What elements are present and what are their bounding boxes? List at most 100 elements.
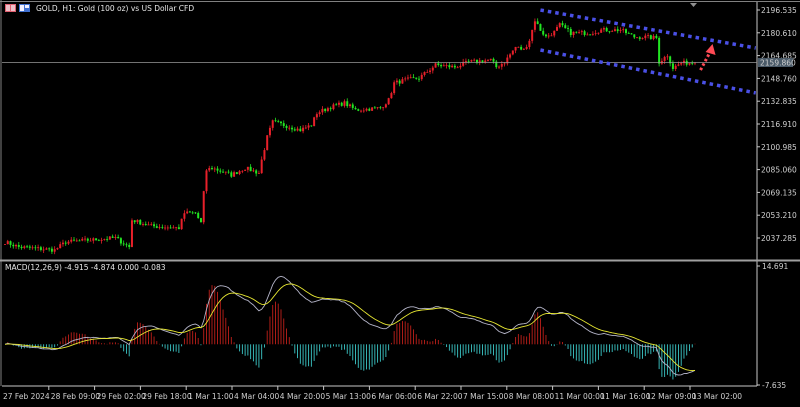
candle-body [111,236,114,238]
candle-body [467,60,470,62]
candle [216,166,219,174]
candle [426,69,429,73]
candle [517,46,520,48]
candle-body [575,31,578,33]
candle [213,166,216,173]
candle-body [511,50,514,55]
candle-body [619,30,622,32]
candle [437,61,440,67]
candle [644,33,647,41]
candle [263,148,266,161]
candle [395,78,398,85]
candle-body [509,54,512,58]
candle-body [103,239,106,240]
candle [671,60,674,72]
candle [53,246,56,255]
candle [495,60,498,69]
candle [578,29,581,34]
candle [326,106,329,113]
candle-body [649,35,652,39]
candle [153,221,156,229]
chart-canvas[interactable]: 2196.5352180.6102164.6852148.7602132.835… [0,0,800,407]
candle [550,32,553,37]
candle-body [395,80,398,83]
candle [379,106,382,110]
candle [371,107,374,111]
time-label: 11 Mar 00:00 [555,392,605,401]
candle [97,239,100,242]
candle [418,76,420,82]
candle [669,55,672,67]
candle-body [114,236,117,238]
candle [337,100,340,108]
candle [625,28,627,36]
candle [589,33,592,36]
candle-body [150,224,153,226]
candle [166,225,169,231]
candle [177,224,180,230]
candle-body [401,79,404,84]
candle [622,27,625,33]
candle-body [558,23,561,28]
candle [542,27,545,37]
candle [257,170,260,174]
candle-body [691,63,694,64]
candle [531,29,534,44]
candle [647,33,650,39]
candle-body [144,224,147,226]
candle-body [622,29,625,31]
candle-body [285,125,288,128]
candle [56,247,59,250]
candle-body [277,121,280,122]
candle-body [310,125,313,127]
candle [649,34,652,40]
candle-body [271,120,274,128]
candle [544,33,547,38]
candle [230,170,233,178]
candle-body [456,67,459,69]
candle [478,57,481,66]
candle [274,117,277,123]
candle-body [335,104,338,106]
candle [580,29,583,36]
candle-body [594,33,597,35]
candle [4,244,6,245]
candle [180,218,183,230]
price-tick-label: 2069.135 [761,188,797,197]
candle [59,241,62,249]
candle [691,60,694,66]
candle-body [205,170,208,192]
candle-body [288,127,291,129]
candle-body [611,31,614,33]
candle-body [15,245,18,247]
candle-body [211,168,213,170]
time-label: 6 Mar 06:00 [371,392,417,401]
candle [547,32,550,39]
candle-body [357,109,360,111]
candle [280,120,282,126]
macd-axis-label: 14.691 [762,262,788,271]
candle [362,107,365,113]
candle-body [268,127,271,136]
candle-body [533,21,536,30]
candle-body [583,31,586,35]
candle-body [130,220,133,247]
candle-body [346,101,349,107]
candle [351,102,354,110]
candle-body [337,102,340,105]
candle [136,219,139,224]
candle [434,62,437,68]
candle-body [655,35,658,38]
candle [224,171,227,175]
candle-body [61,242,64,245]
candle-body [307,125,310,128]
candle [117,234,120,239]
candle [613,26,616,32]
candle [73,236,75,242]
candle-body [296,128,299,131]
candle-body [45,248,48,250]
candle [64,240,67,246]
candle [525,44,528,50]
candle [255,169,258,177]
candle [429,67,432,75]
